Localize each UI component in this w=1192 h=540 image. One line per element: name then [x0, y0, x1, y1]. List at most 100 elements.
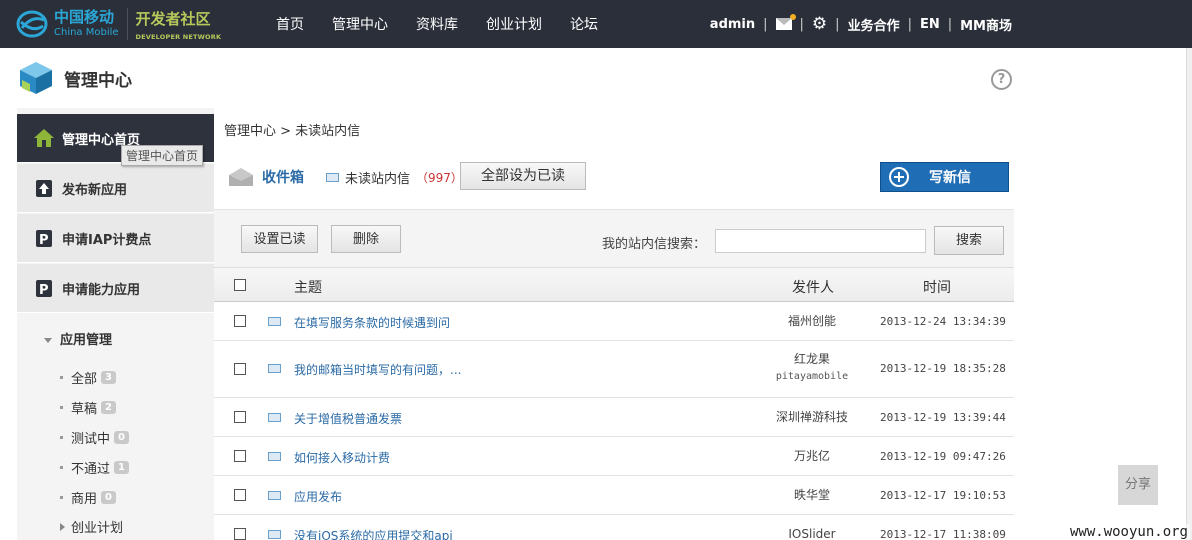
row-checkbox[interactable]: [234, 450, 246, 462]
row-time: 2013-12-19 13:39:44: [880, 411, 1006, 424]
mark-all-read-button[interactable]: 全部设为已读: [460, 162, 586, 190]
main-nav: 首页 管理中心 资料库 创业计划 论坛: [262, 0, 612, 48]
expand-triangle-icon: [60, 522, 65, 531]
inbox-header: 收件箱 未读站内信 （997）: [228, 162, 463, 192]
sidebar-item-label: 发布新应用: [62, 182, 128, 198]
main-content: 管理中心 > 未读站内信 收件箱 未读站内信 （997） 全部设为已读 写新信 …: [214, 108, 1017, 540]
mail-icon: [268, 364, 281, 373]
sidebar-item-apply-iap[interactable]: P 申请IAP计费点: [17, 214, 214, 263]
collapse-triangle-icon: [44, 338, 52, 343]
app-management-section[interactable]: 应用管理: [44, 329, 112, 348]
row-sender: 昳华堂: [793, 488, 830, 502]
username-link[interactable]: admin: [710, 17, 755, 32]
table-row[interactable]: 没有iOS系统的应用提交和api IOSlider 2013-12-17 11:…: [214, 515, 1014, 540]
china-mobile-logo-icon: [16, 9, 50, 39]
link-mm-store[interactable]: MM商场: [960, 15, 1012, 34]
mail-icon: [268, 491, 281, 500]
table-row[interactable]: 我的邮箱当时填写的有问题，... 红龙果 pitayamobile 2013-1…: [214, 341, 1014, 398]
inbox-title[interactable]: 收件箱: [262, 167, 304, 187]
logo-divider: [126, 8, 128, 40]
new-mail-dot: [789, 14, 796, 20]
row-time: 2013-12-19 18:35:28: [880, 362, 1006, 375]
row-subject[interactable]: 如何接入移动计费: [294, 449, 390, 466]
upload-icon: [33, 177, 55, 199]
search-button[interactable]: 搜索: [934, 226, 1004, 255]
mail-icon[interactable]: [775, 14, 796, 30]
delete-button[interactable]: 删除: [331, 225, 401, 253]
svg-text:P: P: [39, 283, 49, 298]
sidebar-tooltip: 管理中心首页: [121, 145, 204, 166]
china-mobile-logo[interactable]: 中国移动 China Mobile 开发者社区 DEVELOPER NETWOR…: [16, 8, 221, 41]
nav-library[interactable]: 资料库: [416, 14, 458, 34]
link-en[interactable]: EN: [920, 17, 940, 32]
page-scrollbar[interactable]: [1186, 48, 1192, 540]
sidebar-sub-all[interactable]: 全部 3: [60, 368, 116, 387]
message-toolbar: 设置已读 删除 我的站内信搜索： 搜索: [214, 209, 1014, 267]
sub-label: 不通过: [71, 462, 111, 477]
set-read-button[interactable]: 设置已读: [241, 225, 318, 253]
row-subject[interactable]: 在填写服务条款的时候遇到问: [294, 314, 450, 331]
table-row[interactable]: 应用发布 昳华堂 2013-12-17 19:10:53: [214, 476, 1014, 515]
user-nav: admin | | ⚙ | 业务合作 | EN | MM商场: [709, 13, 1012, 34]
nav-startup[interactable]: 创业计划: [486, 14, 542, 34]
top-nav-bar: 中国移动 China Mobile 开发者社区 DEVELOPER NETWOR…: [0, 0, 1192, 48]
table-row[interactable]: 关于增值税普通发票 深圳禅游科技 2013-12-19 13:39:44: [214, 398, 1014, 437]
sidebar-item-label: 申请能力应用: [62, 282, 141, 298]
write-new-button[interactable]: 写新信: [880, 162, 1009, 192]
row-subject[interactable]: 没有iOS系统的应用提交和api: [294, 527, 453, 540]
logo-cn-text: 中国移动: [54, 8, 115, 26]
sub-label: 测试中: [71, 432, 111, 447]
row-sender: 万兆亿: [793, 449, 830, 463]
row-sender: IOSlider: [788, 527, 836, 540]
plus-icon: [889, 167, 909, 187]
row-checkbox[interactable]: [234, 315, 246, 327]
sidebar-item-publish-app[interactable]: 发布新应用: [17, 164, 214, 213]
select-all-checkbox[interactable]: [234, 279, 246, 291]
sub-label: 创业计划: [71, 521, 124, 536]
row-checkbox[interactable]: [234, 363, 246, 375]
row-sender: 深圳禅游科技: [775, 410, 848, 424]
link-business[interactable]: 业务合作: [848, 15, 900, 34]
count-badge: 3: [101, 371, 116, 384]
row-checkbox[interactable]: [234, 528, 246, 540]
section-label: 应用管理: [60, 333, 113, 348]
column-sender: 发件人: [792, 280, 834, 296]
unread-label[interactable]: 未读站内信: [345, 168, 410, 187]
sidebar-sub-rejected[interactable]: 不通过 1: [60, 458, 129, 477]
row-sender: 红龙果: [793, 352, 830, 366]
breadcrumb: 管理中心 > 未读站内信: [224, 124, 361, 139]
nav-management[interactable]: 管理中心: [332, 14, 388, 34]
search-input[interactable]: [715, 229, 926, 253]
home-icon: [33, 127, 55, 149]
row-time: 2013-12-17 11:38:09: [880, 528, 1006, 540]
sidebar-sub-startup-plan[interactable]: 创业计划: [60, 517, 123, 536]
share-button[interactable]: 分享: [1118, 465, 1158, 505]
row-checkbox[interactable]: [234, 411, 246, 423]
row-subject[interactable]: 应用发布: [294, 488, 342, 505]
nav-forum[interactable]: 论坛: [570, 14, 598, 34]
sub-label: 全部: [71, 372, 98, 387]
unread-count: （997）: [416, 170, 463, 185]
gear-icon[interactable]: ⚙: [812, 15, 827, 33]
table-row[interactable]: 在填写服务条款的时候遇到问 福州创能 2013-12-24 13:34:39: [214, 302, 1014, 341]
write-new-label: 写新信: [929, 170, 971, 186]
sub-label: 草稿: [71, 402, 98, 417]
table-row[interactable]: 如何接入移动计费 万兆亿 2013-12-19 09:47:26: [214, 437, 1014, 476]
row-time: 2013-12-17 19:10:53: [880, 489, 1006, 502]
search-label: 我的站内信搜索：: [602, 237, 707, 252]
row-subject[interactable]: 我的邮箱当时填写的有问题，...: [294, 361, 461, 378]
unread-mail-icon: [326, 172, 339, 182]
nav-home[interactable]: 首页: [276, 14, 304, 34]
sidebar-sub-draft[interactable]: 草稿 2: [60, 398, 116, 417]
table-header: 主题 发件人 时间: [214, 267, 1014, 302]
row-time: 2013-12-24 13:34:39: [880, 315, 1006, 328]
row-subject[interactable]: 关于增值税普通发票: [294, 410, 402, 427]
sidebar-item-apply-capability[interactable]: P 申请能力应用: [17, 264, 214, 313]
management-cube-icon: [18, 60, 54, 96]
sidebar-sub-testing[interactable]: 测试中 0: [60, 428, 129, 447]
row-sender: 福州创能: [787, 314, 836, 328]
row-checkbox[interactable]: [234, 489, 246, 501]
sidebar-sub-commercial[interactable]: 商用 0: [60, 488, 116, 507]
mail-icon: [268, 530, 281, 539]
help-icon[interactable]: ?: [991, 69, 1012, 90]
